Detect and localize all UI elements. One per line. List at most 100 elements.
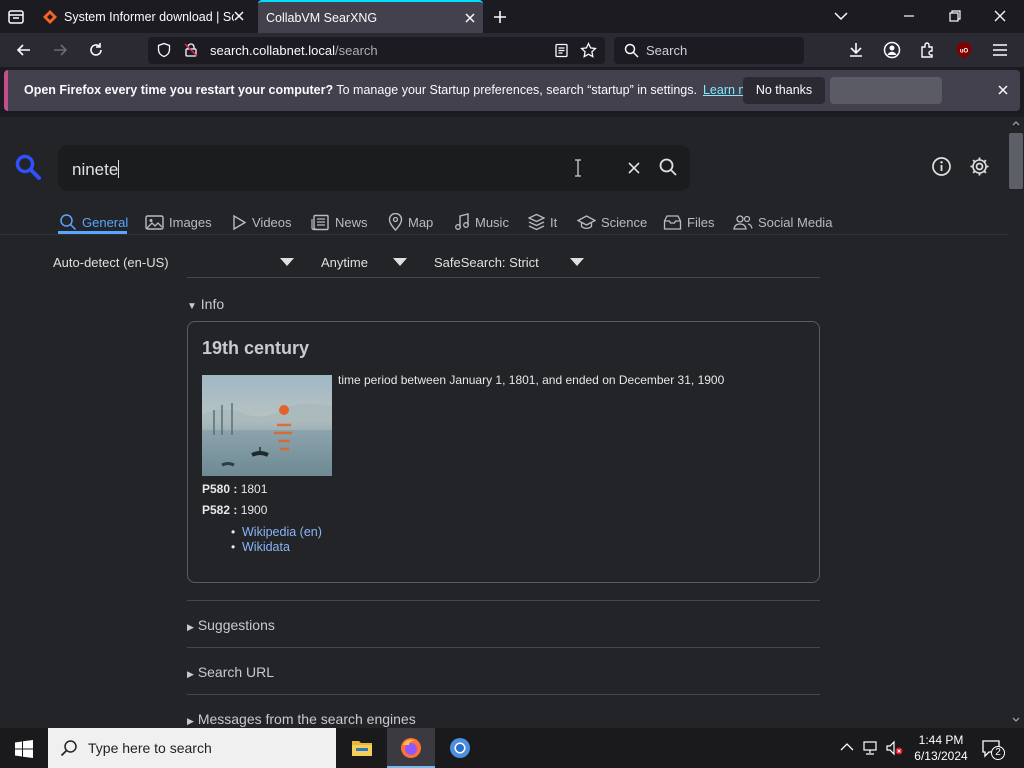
infobox-image[interactable] <box>202 375 332 476</box>
tab-news[interactable]: News <box>311 210 368 234</box>
chevron-down-icon[interactable] <box>833 10 849 22</box>
taskbar-clock[interactable]: 1:44 PM 6/13/2024 <box>908 732 974 764</box>
firefox-taskbar-button[interactable] <box>387 728 435 768</box>
language-select[interactable]: Auto-detect (en-US) <box>53 255 169 270</box>
ublock-origin-icon[interactable]: uO <box>954 40 974 60</box>
collapsed-triangle-icon: ▶ <box>187 669 194 679</box>
tab-files[interactable]: Files <box>663 210 714 234</box>
searxng-logo-icon[interactable] <box>14 153 42 181</box>
browser-search-bar[interactable]: Search <box>614 37 804 64</box>
taskbar-search-placeholder: Type here to search <box>88 740 212 756</box>
set-startup-button[interactable] <box>830 77 942 104</box>
restore-icon[interactable] <box>948 9 962 23</box>
search-query-box[interactable]: ninete <box>58 145 690 191</box>
info-toggle[interactable]: ▼ Info <box>187 296 224 312</box>
archive-icon <box>663 214 682 230</box>
no-thanks-button[interactable]: No thanks <box>743 77 825 104</box>
search-icon <box>60 214 77 231</box>
language-value: Auto-detect (en-US) <box>53 255 169 270</box>
action-center-button[interactable]: 2 <box>981 738 1005 760</box>
safesearch-value: SafeSearch: Strict <box>434 255 539 270</box>
tab-music[interactable]: Music <box>454 210 509 234</box>
time-range-select[interactable]: Anytime <box>321 255 368 270</box>
collapsed-triangle-icon: ▶ <box>187 622 194 632</box>
taskbar-search-box[interactable]: Type here to search <box>48 728 336 768</box>
tab-videos[interactable]: Videos <box>231 210 292 234</box>
close-tab-icon[interactable] <box>232 9 246 23</box>
tab-map[interactable]: Map <box>388 210 433 234</box>
new-tab-icon[interactable] <box>492 9 508 25</box>
page-scrollbar[interactable] <box>1008 117 1024 728</box>
bookmark-star-icon[interactable] <box>580 42 597 59</box>
time-range-value: Anytime <box>321 255 368 270</box>
chrome-taskbar-button[interactable] <box>436 728 484 768</box>
tab-title: CollabVM SearXNG <box>266 10 378 25</box>
clear-search-icon[interactable] <box>626 160 642 176</box>
url-bar[interactable]: search.collabnet.local/search <box>148 37 605 64</box>
search-icon <box>624 43 639 58</box>
category-label: Map <box>408 214 434 230</box>
menu-icon[interactable] <box>990 40 1010 60</box>
preferences-gear-icon[interactable] <box>969 156 990 177</box>
clock-time: 1:44 PM <box>918 733 964 747</box>
safesearch-select[interactable]: SafeSearch: Strict <box>434 255 539 270</box>
search-submit-icon[interactable] <box>658 157 678 177</box>
divider <box>187 647 820 648</box>
lock-warning-icon[interactable] <box>183 42 199 58</box>
search-input[interactable]: ninete <box>72 160 120 180</box>
language-dropdown-arrow[interactable] <box>280 258 294 266</box>
newspaper-icon <box>311 214 329 230</box>
back-icon[interactable] <box>14 40 34 60</box>
extensions-icon[interactable] <box>918 40 938 60</box>
property-key: P582 : <box>202 503 238 517</box>
downloads-icon[interactable] <box>846 40 866 60</box>
suggestions-toggle[interactable]: ▶ Suggestions <box>187 617 275 633</box>
network-icon[interactable] <box>862 740 880 756</box>
tab-social-media[interactable]: Social Media <box>733 210 832 234</box>
chevron-up-icon[interactable] <box>840 742 854 752</box>
layers-icon <box>528 213 545 231</box>
shield-icon[interactable] <box>156 42 172 58</box>
tab-collabvm-searxng[interactable]: CollabVM SearXNG <box>258 0 483 33</box>
tab-list-icon[interactable] <box>7 8 25 26</box>
info-icon[interactable] <box>931 156 952 177</box>
minimize-icon[interactable] <box>902 9 916 23</box>
wikidata-link[interactable]: Wikidata <box>231 540 290 554</box>
windows-start-icon[interactable] <box>15 740 33 758</box>
engine-messages-toggle[interactable]: ▶ Messages from the search engines <box>187 711 416 727</box>
notification-count-badge: 2 <box>991 746 1005 760</box>
scroll-down-icon[interactable] <box>1012 717 1020 723</box>
wikipedia-link[interactable]: Wikipedia (en) <box>231 525 322 539</box>
section-label: Messages from the search engines <box>197 711 416 727</box>
property-value: 1900 <box>237 503 268 517</box>
tab-science[interactable]: Science <box>577 210 647 234</box>
file-explorer-button[interactable] <box>338 728 386 768</box>
reader-view-icon[interactable] <box>554 43 569 58</box>
property-value: 1801 <box>237 482 268 496</box>
close-window-icon[interactable] <box>993 9 1007 23</box>
reload-icon[interactable] <box>86 40 106 60</box>
tab-images[interactable]: Images <box>145 210 212 234</box>
tab-bar: System Informer download | So CollabVM S… <box>0 0 1024 33</box>
scrollbar-thumb[interactable] <box>1009 133 1023 189</box>
divider <box>0 234 1008 235</box>
time-range-dropdown-arrow[interactable] <box>393 258 407 266</box>
account-icon[interactable] <box>882 40 902 60</box>
close-tab-icon[interactable] <box>463 11 477 25</box>
category-label: Files <box>687 214 715 230</box>
scroll-up-icon[interactable] <box>1012 120 1020 126</box>
safesearch-dropdown-arrow[interactable] <box>570 258 584 266</box>
play-icon <box>233 214 247 230</box>
volume-muted-icon[interactable] <box>885 740 905 756</box>
people-icon <box>733 214 753 230</box>
tab-system-informer[interactable]: System Informer download | So <box>34 0 252 33</box>
section-label: Suggestions <box>197 617 275 633</box>
chromium-icon <box>450 738 470 758</box>
url-path: /search <box>335 43 378 58</box>
close-icon[interactable] <box>996 83 1010 97</box>
text-cursor-icon <box>575 159 581 177</box>
forward-icon[interactable] <box>50 40 70 60</box>
tab-it[interactable]: It <box>528 210 557 234</box>
section-label: Search URL <box>197 664 275 680</box>
search-url-toggle[interactable]: ▶ Search URL <box>187 664 274 680</box>
